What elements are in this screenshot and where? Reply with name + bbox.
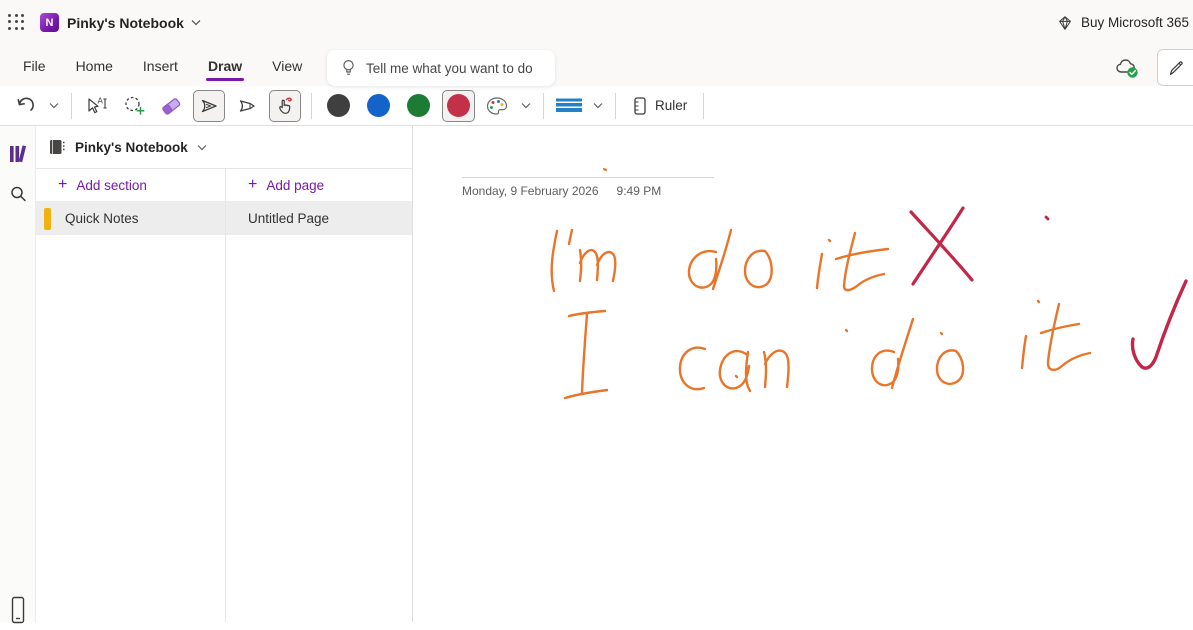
add-section-button[interactable]: + Add section xyxy=(36,169,225,202)
pencil-icon xyxy=(1167,58,1187,78)
plus-icon: + xyxy=(248,176,257,194)
ruler-icon xyxy=(632,96,648,116)
pen-color-red-selected[interactable] xyxy=(442,90,475,122)
add-page-button[interactable]: + Add page xyxy=(226,169,412,202)
thickness-button[interactable] xyxy=(554,90,584,122)
navigation-pane: Pinky's Notebook + Add section Quick Not… xyxy=(36,126,413,622)
ruler-button[interactable]: Ruler xyxy=(626,96,693,116)
lightbulb-icon xyxy=(341,59,356,77)
chevron-down-icon xyxy=(191,19,201,26)
tell-me-label: Tell me what you want to do xyxy=(366,61,533,76)
sync-status xyxy=(1115,56,1141,80)
notebooks-list-button[interactable] xyxy=(0,134,36,174)
undo-button[interactable] xyxy=(10,90,40,122)
sidebar-notebook-label: Pinky's Notebook xyxy=(75,140,188,155)
undo-dropdown[interactable] xyxy=(47,100,61,111)
more-colors-button[interactable] xyxy=(482,90,512,122)
svg-text:A: A xyxy=(98,96,104,105)
top-header: N Pinky's Notebook Buy Microsoft 365 xyxy=(0,0,1193,45)
page-time: 9:49 PM xyxy=(617,184,662,198)
phone-icon xyxy=(10,596,26,624)
toolbar-divider xyxy=(615,93,616,119)
buy-label: Buy Microsoft 365 xyxy=(1081,15,1189,30)
pen-color-green[interactable] xyxy=(402,90,435,122)
eraser-icon xyxy=(159,95,183,117)
waffle-icon xyxy=(8,14,26,32)
chevron-down-icon xyxy=(197,144,207,151)
notebook-switcher[interactable]: Pinky's Notebook xyxy=(36,126,412,168)
touch-draw-icon xyxy=(274,95,296,117)
library-icon xyxy=(8,145,28,163)
toolbar-divider xyxy=(703,93,704,119)
undo-icon xyxy=(15,96,36,116)
page-label: Untitled Page xyxy=(226,211,329,226)
page-item-untitled[interactable]: Untitled Page xyxy=(226,202,412,235)
lasso-select-button[interactable] xyxy=(119,90,149,122)
marker-tool-button[interactable] xyxy=(232,90,262,122)
pen-color-blue[interactable] xyxy=(362,90,395,122)
select-objects-button[interactable]: A xyxy=(82,90,112,122)
onenote-icon: N xyxy=(40,13,59,32)
toolbar-divider xyxy=(311,93,312,119)
search-icon xyxy=(9,185,27,203)
pages-column: + Add page Untitled Page xyxy=(226,169,412,622)
chevron-down-icon xyxy=(521,102,531,109)
menu-home[interactable]: Home xyxy=(61,49,128,83)
notebook-icon xyxy=(48,138,66,156)
lasso-select-icon xyxy=(122,95,146,117)
draw-toolbar: A xyxy=(0,86,1193,126)
menu-draw[interactable]: Draw xyxy=(193,49,257,83)
menu-bar: File Home Insert Draw View Help xyxy=(0,45,1193,86)
pen-icon xyxy=(198,96,220,116)
chevron-down-icon xyxy=(593,102,603,109)
chevron-down-icon xyxy=(49,102,59,109)
notebook-title-button[interactable]: Pinky's Notebook xyxy=(67,15,201,31)
eraser-button[interactable] xyxy=(156,90,186,122)
page-datetime: Monday, 9 February 2026 9:49 PM xyxy=(462,184,661,198)
tell-me-search[interactable]: Tell me what you want to do xyxy=(327,50,555,86)
page-canvas[interactable]: Monday, 9 February 2026 9:49 PM xyxy=(413,126,1193,622)
marker-icon xyxy=(236,96,258,116)
more-colors-dropdown[interactable] xyxy=(519,100,533,111)
notebook-title: Pinky's Notebook xyxy=(67,15,184,31)
pen-color-black[interactable] xyxy=(322,90,355,122)
app-launcher-button[interactable] xyxy=(0,0,34,45)
menu-file[interactable]: File xyxy=(8,49,61,83)
editing-mode-button[interactable] xyxy=(1157,49,1193,86)
palette-icon xyxy=(485,95,509,117)
sections-column: + Add section Quick Notes xyxy=(36,169,226,622)
menu-view[interactable]: View xyxy=(257,49,317,83)
section-item-quick-notes[interactable]: Quick Notes xyxy=(36,202,225,235)
cloud-check-icon xyxy=(1115,56,1141,80)
thickness-icon xyxy=(554,95,584,117)
thickness-dropdown[interactable] xyxy=(591,100,605,111)
page-title-underline xyxy=(462,177,714,178)
add-page-label: Add page xyxy=(266,178,324,193)
select-tool-icon: A xyxy=(85,95,109,117)
buy-microsoft-365-button[interactable]: Buy Microsoft 365 xyxy=(1056,14,1193,32)
add-section-label: Add section xyxy=(76,178,147,193)
menu-insert[interactable]: Insert xyxy=(128,49,193,83)
onenote-window: { "theme": { "accent": "#7719AA", "secti… xyxy=(0,0,1193,622)
section-tab-marker xyxy=(44,208,51,230)
page-date: Monday, 9 February 2026 xyxy=(462,184,599,198)
search-button[interactable] xyxy=(0,174,36,214)
toolbar-divider xyxy=(543,93,544,119)
toolbar-divider xyxy=(71,93,72,119)
pen-tool-button[interactable] xyxy=(193,90,225,122)
left-rail xyxy=(0,126,36,622)
plus-icon: + xyxy=(58,176,67,194)
sidebar-columns: + Add section Quick Notes + Add page Unt… xyxy=(36,168,412,622)
mobile-app-button[interactable] xyxy=(0,590,36,630)
draw-with-touch-button[interactable] xyxy=(269,90,301,122)
section-label: Quick Notes xyxy=(65,211,139,226)
diamond-icon xyxy=(1056,14,1074,32)
ruler-label: Ruler xyxy=(655,98,687,113)
